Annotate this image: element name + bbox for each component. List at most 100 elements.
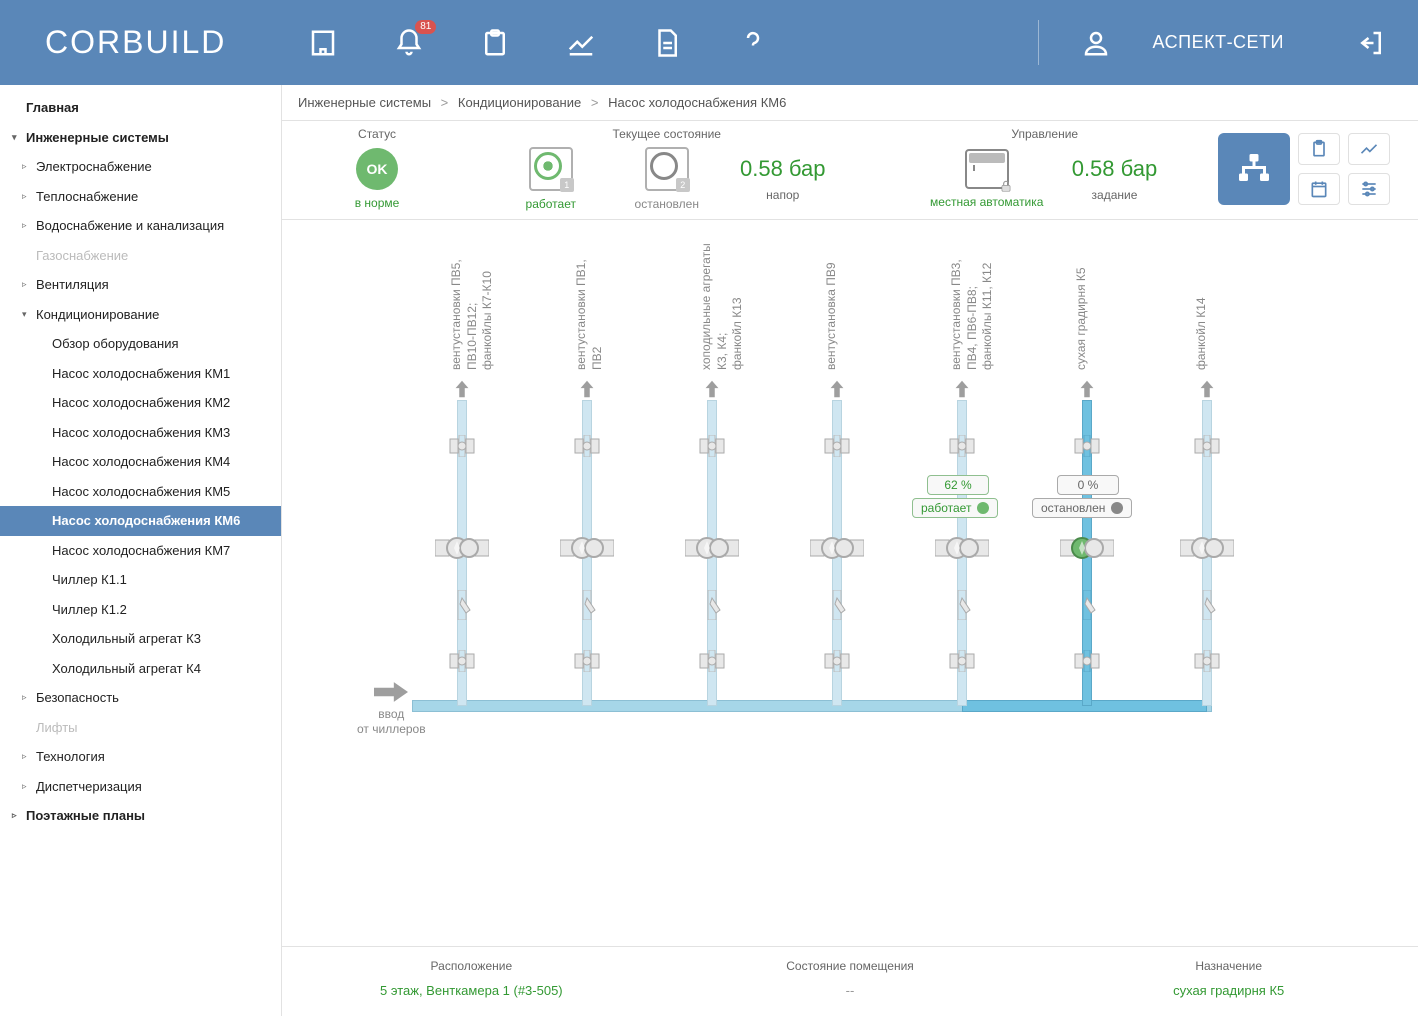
valve-icon: [1073, 650, 1101, 672]
sidebar-item-5: Газоснабжение: [0, 241, 281, 271]
valve-icon: [823, 650, 851, 672]
document-icon[interactable]: [650, 26, 684, 60]
tool-trend-button[interactable]: [1348, 133, 1390, 165]
valve-icon: [698, 650, 726, 672]
status-text: в норме: [355, 196, 400, 210]
piping-diagram: вентустановки ПВ5,ПВ10-ПВ12;фанкойлы К7-…: [282, 220, 1418, 946]
sidebar-item-2[interactable]: ▹Электроснабжение: [0, 152, 281, 182]
header-divider: [1038, 20, 1039, 65]
footer-row: Расположение 5 этаж, Венткамера 1 (#3-50…: [282, 946, 1418, 1016]
footer-room-title: Состояние помещения: [661, 959, 1040, 973]
sidebar-item-21: Лифты: [0, 713, 281, 743]
arrow-up-icon: [576, 378, 598, 403]
setpoint-label: задание: [1092, 188, 1138, 202]
sidebar-item-4[interactable]: ▹Водоснабжение и канализация: [0, 211, 281, 241]
sidebar-item-9[interactable]: Насос холодоснабжения КМ1: [0, 359, 281, 389]
sidebar-item-13[interactable]: Насос холодоснабжения КМ5: [0, 477, 281, 507]
sidebar-item-1[interactable]: ▾Инженерные системы: [0, 123, 281, 153]
sidebar-item-10[interactable]: Насос холодоснабжения КМ2: [0, 388, 281, 418]
sidebar-item-3[interactable]: ▹Теплоснабжение: [0, 182, 281, 212]
sidebar-item-0[interactable]: Главная: [0, 93, 281, 123]
pump1-text: работает: [526, 197, 576, 211]
sidebar-item-23[interactable]: ▹Диспетчеризация: [0, 772, 281, 802]
sidebar-item-15[interactable]: Насос холодоснабжения КМ7: [0, 536, 281, 566]
arrow-up-icon: [451, 378, 473, 403]
check-valve-icon: [827, 590, 847, 620]
logout-icon[interactable]: [1354, 26, 1388, 60]
tool-settings-button[interactable]: [1348, 173, 1390, 205]
pressure-label: напор: [766, 188, 799, 202]
valve-icon: [573, 650, 601, 672]
crumb-1[interactable]: Кондиционирование: [458, 95, 581, 110]
clipboard-icon[interactable]: [478, 26, 512, 60]
sidebar-item-12[interactable]: Насос холодоснабжения КМ4: [0, 447, 281, 477]
sidebar-item-6[interactable]: ▹Вентиляция: [0, 270, 281, 300]
pump-icon: [435, 530, 489, 566]
sidebar-item-17[interactable]: Чиллер К1.2: [0, 595, 281, 625]
ctrl-mode-text: местная автоматика: [930, 195, 1043, 209]
footer-purpose-val[interactable]: сухая градирня К5: [1039, 983, 1418, 998]
valve-icon: [1193, 650, 1221, 672]
sidebar-item-8[interactable]: Обзор оборудования: [0, 329, 281, 359]
pump-icon: [810, 530, 864, 566]
arrow-up-icon: [1196, 378, 1218, 403]
notification-badge: 81: [415, 20, 436, 34]
sidebar-item-24[interactable]: ▹Поэтажные планы: [0, 801, 281, 831]
help-icon[interactable]: [736, 26, 770, 60]
sidebar-item-20[interactable]: ▹Безопасность: [0, 683, 281, 713]
sidebar-item-11[interactable]: Насос холодоснабжения КМ3: [0, 418, 281, 448]
header-icons: 81: [306, 26, 770, 60]
buildings-icon[interactable]: [306, 26, 340, 60]
chart-icon[interactable]: [564, 26, 598, 60]
check-valve-icon: [452, 590, 472, 620]
app-logo[interactable]: CORBUILD: [45, 24, 226, 61]
user-icon[interactable]: [1079, 26, 1113, 60]
check-valve-icon: [577, 590, 597, 620]
pump-icon: [685, 530, 739, 566]
sidebar-item-22[interactable]: ▹Технология: [0, 742, 281, 772]
pump-icon: [560, 530, 614, 566]
user-label[interactable]: АСПЕКТ-СЕТИ: [1153, 32, 1284, 53]
main-content: Инженерные системы > Кондиционирование >…: [282, 85, 1418, 1016]
pump2-icon: 2: [645, 147, 689, 191]
valve-icon: [948, 650, 976, 672]
bell-icon[interactable]: 81: [392, 26, 426, 60]
summary-row: Статус OK в норме Текущее состояние 1 ра…: [282, 121, 1418, 220]
setpoint-value: 0.58 бар: [1072, 156, 1158, 182]
crumb-2: Насос холодоснабжения КМ6: [608, 95, 786, 110]
footer-loc-title: Расположение: [282, 959, 661, 973]
breadcrumb: Инженерные системы > Кондиционирование >…: [282, 85, 1418, 121]
branch-label-6: фанкойл К14: [1194, 297, 1210, 370]
app-header: CORBUILD 81 АСПЕКТ-СЕТИ: [0, 0, 1418, 85]
ctrl-panel-icon: [965, 149, 1009, 189]
status-ok-badge: OK: [356, 148, 398, 190]
valve-icon: [823, 435, 851, 457]
sidebar-item-14[interactable]: Насос холодоснабжения КМ6: [0, 506, 281, 536]
pump-icon: [935, 530, 989, 566]
view-diagram-button[interactable]: [1218, 133, 1290, 205]
footer-loc-val[interactable]: 5 этаж, Венткамера 1 (#3-505): [282, 983, 661, 998]
branch-label-1: вентустановки ПВ1,ПВ2: [574, 259, 605, 370]
sidebar-item-19[interactable]: Холодильный агрегат К4: [0, 654, 281, 684]
valve-icon: [948, 435, 976, 457]
valve-icon: [1193, 435, 1221, 457]
sidebar-item-16[interactable]: Чиллер К1.1: [0, 565, 281, 595]
sidebar-item-18[interactable]: Холодильный агрегат К3: [0, 624, 281, 654]
sidebar-item-7[interactable]: ▾Кондиционирование: [0, 300, 281, 330]
arrow-up-icon: [951, 378, 973, 403]
pump-icon: [1060, 530, 1114, 566]
check-valve-icon: [952, 590, 972, 620]
check-valve-icon: [702, 590, 722, 620]
tool-clipboard-button[interactable]: [1298, 133, 1340, 165]
crumb-0[interactable]: Инженерные системы: [298, 95, 431, 110]
pressure-value: 0.58 бар: [740, 156, 826, 182]
arrow-up-icon: [1076, 378, 1098, 403]
arrow-up-icon: [826, 378, 848, 403]
branch-label-0: вентустановки ПВ5,ПВ10-ПВ12;фанкойлы К7-…: [449, 259, 496, 370]
tool-calendar-button[interactable]: [1298, 173, 1340, 205]
chip-stop: остановлен: [1032, 498, 1132, 518]
ctrl-title: Управление: [1011, 127, 1078, 147]
check-valve-icon: [1197, 590, 1217, 620]
valve-icon: [448, 435, 476, 457]
branch-label-5: сухая градирня К5: [1074, 267, 1090, 370]
